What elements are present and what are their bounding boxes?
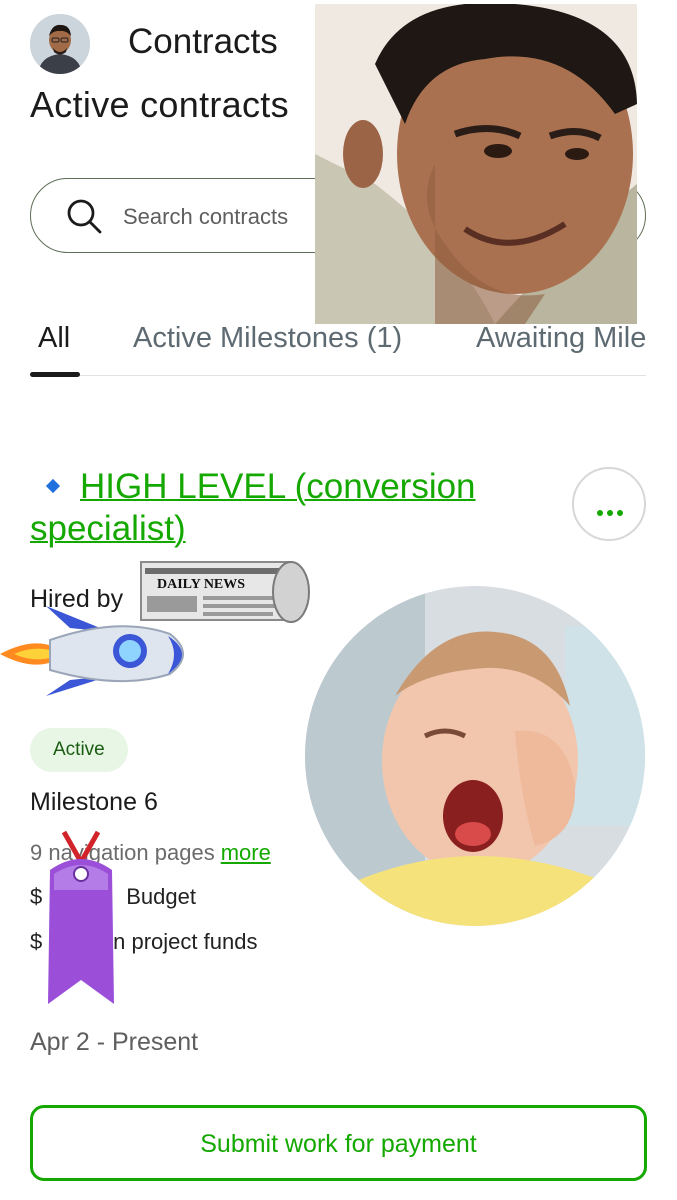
contract-title-link[interactable]: HIGH LEVEL (conversion specialist) xyxy=(30,466,550,550)
tab-active-milestones[interactable]: Active Milestones (1) xyxy=(133,322,402,355)
diamond-icon xyxy=(45,478,61,493)
search-icon xyxy=(67,199,102,234)
tab-all[interactable]: All xyxy=(38,322,70,355)
tabs-divider xyxy=(30,375,646,376)
rocket-sticker xyxy=(0,598,196,698)
more-options-button[interactable] xyxy=(572,467,646,541)
status-badge: Active xyxy=(30,728,128,772)
contract-date-range: Apr 2 - Present xyxy=(30,1028,199,1056)
submit-work-button[interactable]: Submit work for payment xyxy=(30,1105,647,1181)
newspaper-headline: DAILY NEWS xyxy=(157,577,245,592)
price-tag-sticker xyxy=(44,830,118,1008)
budget-label: Budget xyxy=(126,884,196,909)
man-face-sticker xyxy=(315,4,637,324)
tab-active-indicator xyxy=(30,372,80,377)
profile-avatar[interactable] xyxy=(30,14,90,74)
ellipsis-icon xyxy=(597,503,627,521)
crying-baby-sticker xyxy=(305,586,645,926)
page-title: Contracts xyxy=(128,22,278,61)
tab-awaiting-milestones[interactable]: Awaiting Mile xyxy=(476,322,646,355)
section-title: Active contracts xyxy=(30,84,289,125)
milestone-title: Milestone 6 xyxy=(30,788,158,816)
more-link[interactable]: more xyxy=(221,840,271,865)
contract-title-text: HIGH LEVEL (conversion specialist) xyxy=(30,467,476,548)
funds-label: in project funds xyxy=(108,929,258,954)
